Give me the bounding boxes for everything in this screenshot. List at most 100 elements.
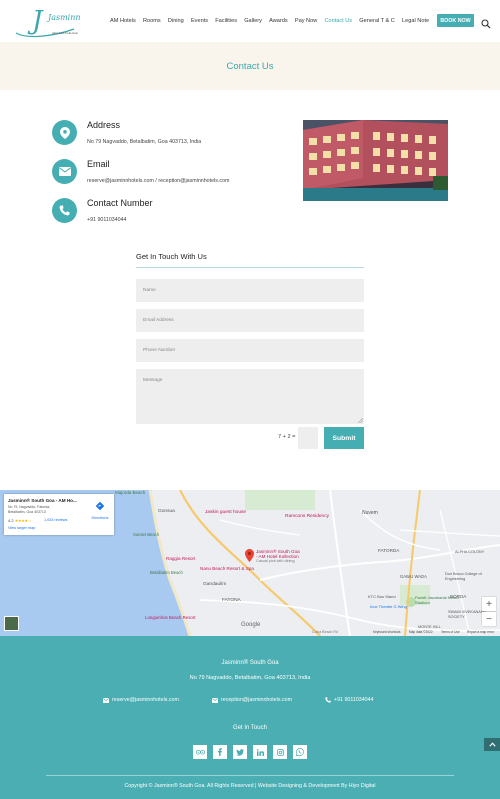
site-header: J Jasminn AM Hotel Kollection AM Hotels … bbox=[0, 0, 500, 42]
map-info-card: Jasminn® South Goa - AM Ho... No 79, Nag… bbox=[4, 494, 114, 535]
twitter-icon[interactable] bbox=[233, 745, 247, 759]
contact-number-text[interactable]: +91 9011034044 bbox=[87, 217, 127, 223]
envelope-icon bbox=[212, 697, 218, 703]
form-divider bbox=[136, 267, 364, 268]
map-place-label: FATONA bbox=[222, 598, 241, 603]
phone-icon bbox=[52, 198, 77, 223]
message-field[interactable]: Message bbox=[136, 369, 364, 424]
map-data-text: Map data ©2022 bbox=[409, 630, 433, 634]
phone-icon bbox=[325, 697, 331, 703]
terms-link[interactable]: Terms of Use bbox=[441, 630, 460, 634]
main-nav: AM Hotels Rooms Dining Events Facilities… bbox=[110, 0, 436, 42]
map-place-label: Majorda Beach bbox=[115, 490, 146, 495]
submit-button[interactable]: Submit bbox=[324, 427, 364, 449]
nav-events[interactable]: Events bbox=[191, 18, 208, 24]
address-heading: Address bbox=[87, 120, 121, 130]
nav-general-tc[interactable]: General T & C bbox=[359, 18, 395, 24]
map-place-label: Betalbatim Beach bbox=[150, 570, 183, 575]
map-place-label: KTC Bus Stand bbox=[368, 594, 396, 599]
footer-hotel-name: Jasminn® South Goa bbox=[221, 660, 279, 666]
map-place-label: FATORDA bbox=[378, 548, 400, 553]
map-card-title: Jasminn® South Goa - AM Ho... bbox=[8, 498, 77, 503]
nav-contact-us[interactable]: Contact Us bbox=[324, 18, 352, 24]
back-to-top-button[interactable] bbox=[484, 738, 500, 751]
envelope-icon bbox=[52, 159, 77, 184]
email-field[interactable]: Email Address bbox=[136, 309, 364, 332]
message-placeholder: Message bbox=[143, 378, 163, 383]
search-icon[interactable] bbox=[481, 16, 491, 29]
footer-email-2[interactable]: reception@jasminnhotels.com bbox=[212, 697, 292, 703]
nav-pay-now[interactable]: Pay Now bbox=[295, 18, 317, 24]
phone-field[interactable]: Phone Number bbox=[136, 339, 364, 362]
email-heading: Email bbox=[87, 159, 110, 169]
email-text[interactable]: reserve@jasminnhotels.com / reception@ja… bbox=[87, 178, 229, 184]
footer-get-in-touch: Get In Touch bbox=[233, 725, 267, 731]
map-place-label: GAWLI WADA bbox=[400, 574, 427, 579]
zoom-in-button[interactable]: + bbox=[482, 597, 496, 611]
footer-divider bbox=[46, 775, 454, 776]
instagram-icon[interactable] bbox=[273, 745, 287, 759]
map-pin-label: Jasminn® South Goa - AM Hotel Kollection… bbox=[256, 549, 300, 564]
footer-address: No 79 Nagvaddo, Betalbatim, Goa 403713, … bbox=[189, 675, 311, 681]
map-place-label: Jaskin guest house bbox=[205, 510, 247, 515]
nav-dining[interactable]: Dining bbox=[168, 18, 184, 24]
map-place-label: Longuinhos Beach Resort bbox=[145, 615, 196, 620]
contact-number-heading: Contact Number bbox=[87, 198, 153, 208]
nav-gallery[interactable]: Gallery bbox=[244, 18, 262, 24]
book-now-button[interactable]: BOOK NOW bbox=[437, 14, 474, 27]
svg-text:Jasminn: Jasminn bbox=[46, 13, 81, 22]
social-links bbox=[193, 745, 313, 759]
nav-am-hotels[interactable]: AM Hotels bbox=[110, 18, 136, 24]
hotel-photo bbox=[303, 120, 448, 201]
map-place-label: Ramcons Residency bbox=[285, 514, 329, 519]
name-field[interactable]: Name bbox=[136, 279, 364, 302]
page-title: Contact Us bbox=[226, 60, 274, 72]
map-place-label: Gonsua bbox=[158, 509, 175, 514]
captcha-question: 7 + 2 = bbox=[278, 434, 296, 440]
email-placeholder: Email Address bbox=[143, 318, 174, 323]
report-map-error-link[interactable]: Report a map error bbox=[467, 630, 494, 634]
footer-email-1[interactable]: reserve@jasminnhotels.com bbox=[103, 697, 179, 703]
svg-text:AM Hotel Kollection: AM Hotel Kollection bbox=[52, 31, 79, 35]
map-card-reviews-link[interactable]: 1,033 reviews bbox=[44, 518, 67, 522]
site-logo[interactable]: J Jasminn AM Hotel Kollection bbox=[12, 3, 82, 39]
nav-legal-note[interactable]: Legal Note bbox=[402, 18, 429, 24]
envelope-icon bbox=[103, 697, 109, 703]
map-card-address: No 79, Nagvaddo, Fatorda, bbox=[8, 505, 51, 509]
map-place-label: BORDA bbox=[450, 594, 467, 599]
captcha-input[interactable] bbox=[298, 427, 318, 449]
resize-handle-icon[interactable] bbox=[358, 418, 363, 423]
linkedin-icon[interactable] bbox=[253, 745, 267, 759]
footer-phone[interactable]: +91 9011034044 bbox=[325, 697, 374, 703]
keyboard-shortcuts-link[interactable]: Keyboard shortcuts bbox=[373, 630, 400, 634]
directions-button[interactable]: Directions bbox=[89, 497, 111, 520]
map-place-label: Don Bosco College of Engineering bbox=[445, 572, 482, 581]
facebook-icon[interactable] bbox=[213, 745, 227, 759]
tripadvisor-icon[interactable] bbox=[193, 745, 207, 759]
map-card-rating: 4.2 ★★★★☆ bbox=[8, 518, 32, 523]
directions-icon bbox=[95, 501, 105, 511]
chevron-up-icon bbox=[488, 742, 496, 747]
nav-awards[interactable]: Awards bbox=[269, 18, 288, 24]
whatsapp-icon[interactable] bbox=[293, 745, 307, 759]
map-card-address: Betalbatim, Goa 403713 bbox=[8, 510, 46, 514]
map-place-label: Raggia Resort bbox=[166, 556, 196, 561]
address-text: No 79 Nagvaddo, Betalbatim, Goa 403713, … bbox=[87, 139, 202, 145]
view-larger-map-link[interactable]: View larger map bbox=[8, 526, 35, 530]
nav-rooms[interactable]: Rooms bbox=[143, 18, 161, 24]
map-pin-icon[interactable] bbox=[245, 549, 254, 567]
page-title-band: Contact Us bbox=[0, 42, 500, 90]
location-pin-icon bbox=[52, 120, 77, 145]
map-place-label: Nuvem bbox=[362, 510, 378, 516]
map-place-label: Inox Theatre G Wing bbox=[370, 604, 407, 609]
phone-placeholder: Phone Number bbox=[143, 348, 176, 353]
copyright-text: Copyright © Jasminn® South Goa. All Righ… bbox=[124, 783, 376, 789]
map-layer-toggle[interactable] bbox=[4, 616, 19, 631]
map-place-label: Sunset Beach bbox=[133, 532, 160, 537]
google-logo: Google bbox=[241, 622, 261, 628]
zoom-out-button[interactable]: − bbox=[482, 612, 496, 626]
nav-facilities[interactable]: Facilities bbox=[215, 18, 237, 24]
name-placeholder: Name bbox=[143, 288, 156, 293]
map-place-label: Colva Beach Rd bbox=[312, 630, 338, 634]
map-place-label: ALPHA COLONY bbox=[455, 550, 485, 554]
